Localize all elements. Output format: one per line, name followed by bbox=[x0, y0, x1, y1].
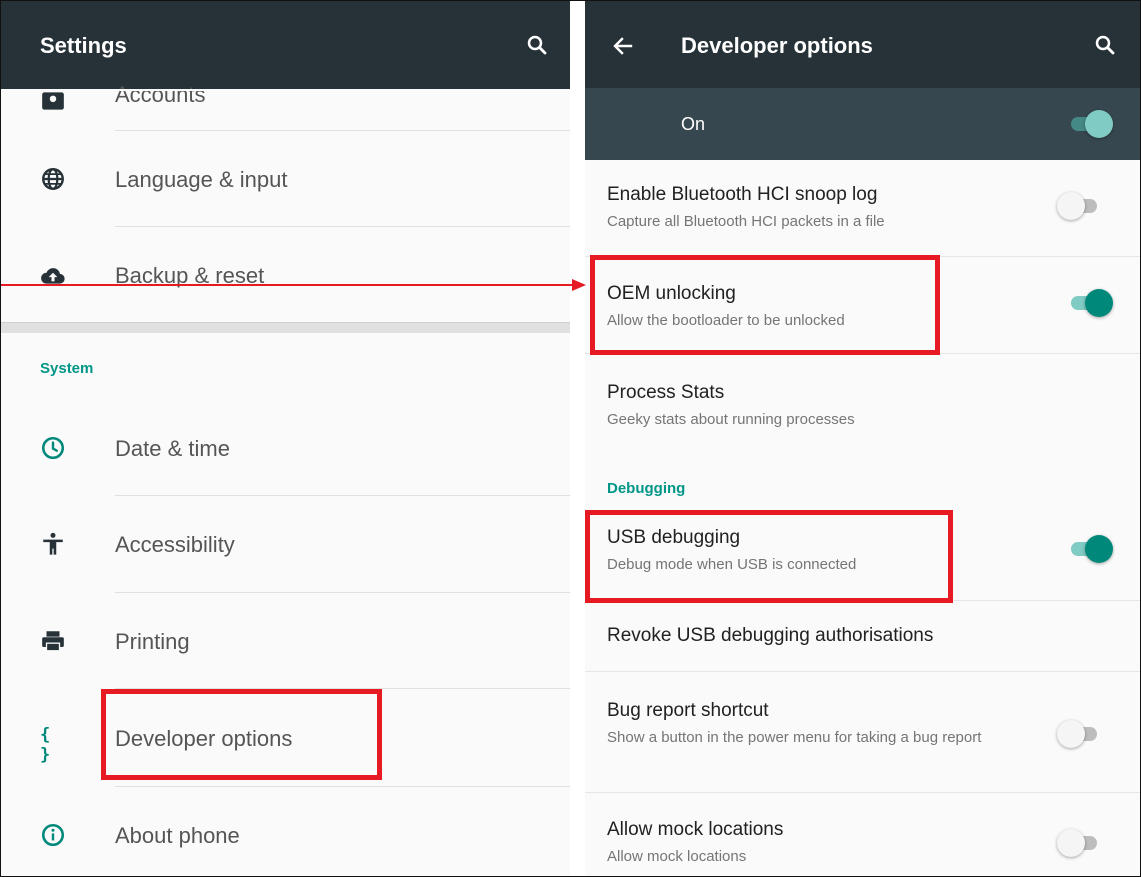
option-subtitle: Show a button in the power menu for taki… bbox=[607, 729, 982, 746]
info-icon bbox=[41, 823, 65, 847]
settings-item-date-time[interactable]: Date & time bbox=[0, 400, 570, 495]
option-allow-mock-locations[interactable]: Allow mock locations Allow mock location… bbox=[585, 793, 1141, 877]
search-icon[interactable] bbox=[525, 33, 549, 57]
settings-item-about-phone[interactable]: About phone bbox=[0, 787, 570, 877]
master-switch-bar[interactable]: On bbox=[585, 88, 1141, 160]
option-revoke-usb-auth[interactable]: Revoke USB debugging authorisations bbox=[585, 601, 1141, 671]
highlight-developer-options bbox=[101, 689, 382, 780]
search-icon[interactable] bbox=[1093, 33, 1117, 57]
settings-item-label: Accessibility bbox=[115, 532, 235, 557]
settings-item-label: Language & input bbox=[115, 167, 288, 192]
developer-options-panel: Developer options On Enable Bluetooth HC… bbox=[585, 0, 1141, 877]
annotation-arrow-icon bbox=[0, 279, 586, 291]
option-bug-report-shortcut[interactable]: Bug report shortcut Show a button in the… bbox=[585, 672, 1141, 792]
section-separator bbox=[0, 322, 570, 333]
bluetooth-hci-toggle[interactable] bbox=[1057, 192, 1101, 220]
option-subtitle: Capture all Bluetooth HCI packets in a f… bbox=[607, 213, 885, 230]
mock-locations-toggle[interactable] bbox=[1057, 829, 1101, 857]
settings-item-printing[interactable]: Printing bbox=[0, 593, 570, 688]
section-header-debugging: Debugging bbox=[607, 480, 686, 497]
option-title: Allow mock locations bbox=[607, 819, 784, 840]
oem-unlocking-toggle[interactable] bbox=[1067, 289, 1113, 317]
section-header-system: System bbox=[40, 360, 94, 377]
settings-item-label: Accounts bbox=[115, 82, 206, 107]
option-title: Process Stats bbox=[607, 382, 725, 403]
option-title: Enable Bluetooth HCI snoop log bbox=[607, 184, 878, 205]
settings-item-backup[interactable]: Backup & reset bbox=[0, 227, 570, 322]
braces-icon: { } bbox=[40, 725, 51, 765]
page-title: Developer options bbox=[681, 33, 873, 58]
option-subtitle: Geeky stats about running processes bbox=[607, 411, 855, 428]
bug-report-toggle[interactable] bbox=[1057, 720, 1101, 748]
option-process-stats[interactable]: Process Stats Geeky stats about running … bbox=[585, 354, 1141, 450]
settings-item-label: Date & time bbox=[115, 436, 230, 461]
accessibility-icon bbox=[43, 532, 63, 555]
printer-icon bbox=[42, 631, 64, 652]
master-toggle-switch[interactable] bbox=[1067, 110, 1113, 138]
usb-debugging-toggle[interactable] bbox=[1067, 535, 1113, 563]
globe-icon bbox=[42, 168, 64, 190]
option-subtitle: Allow mock locations bbox=[607, 848, 747, 865]
settings-item-accessibility[interactable]: Accessibility bbox=[0, 496, 570, 591]
settings-item-label: About phone bbox=[115, 823, 240, 848]
page-title: Settings bbox=[40, 33, 127, 58]
developer-app-bar: Developer options bbox=[585, 0, 1141, 88]
accounts-icon bbox=[42, 92, 64, 110]
highlight-oem-unlocking bbox=[590, 255, 940, 355]
back-arrow-icon[interactable] bbox=[611, 34, 635, 58]
option-title: Revoke USB debugging authorisations bbox=[607, 625, 934, 646]
option-title: Bug report shortcut bbox=[607, 700, 769, 721]
clock-icon bbox=[41, 436, 65, 460]
master-switch-label: On bbox=[681, 114, 706, 134]
highlight-usb-debugging bbox=[585, 510, 953, 603]
option-bluetooth-hci[interactable]: Enable Bluetooth HCI snoop log Capture a… bbox=[585, 160, 1141, 256]
settings-item-label: Printing bbox=[115, 629, 190, 654]
settings-item-language[interactable]: Language & input bbox=[0, 131, 570, 226]
